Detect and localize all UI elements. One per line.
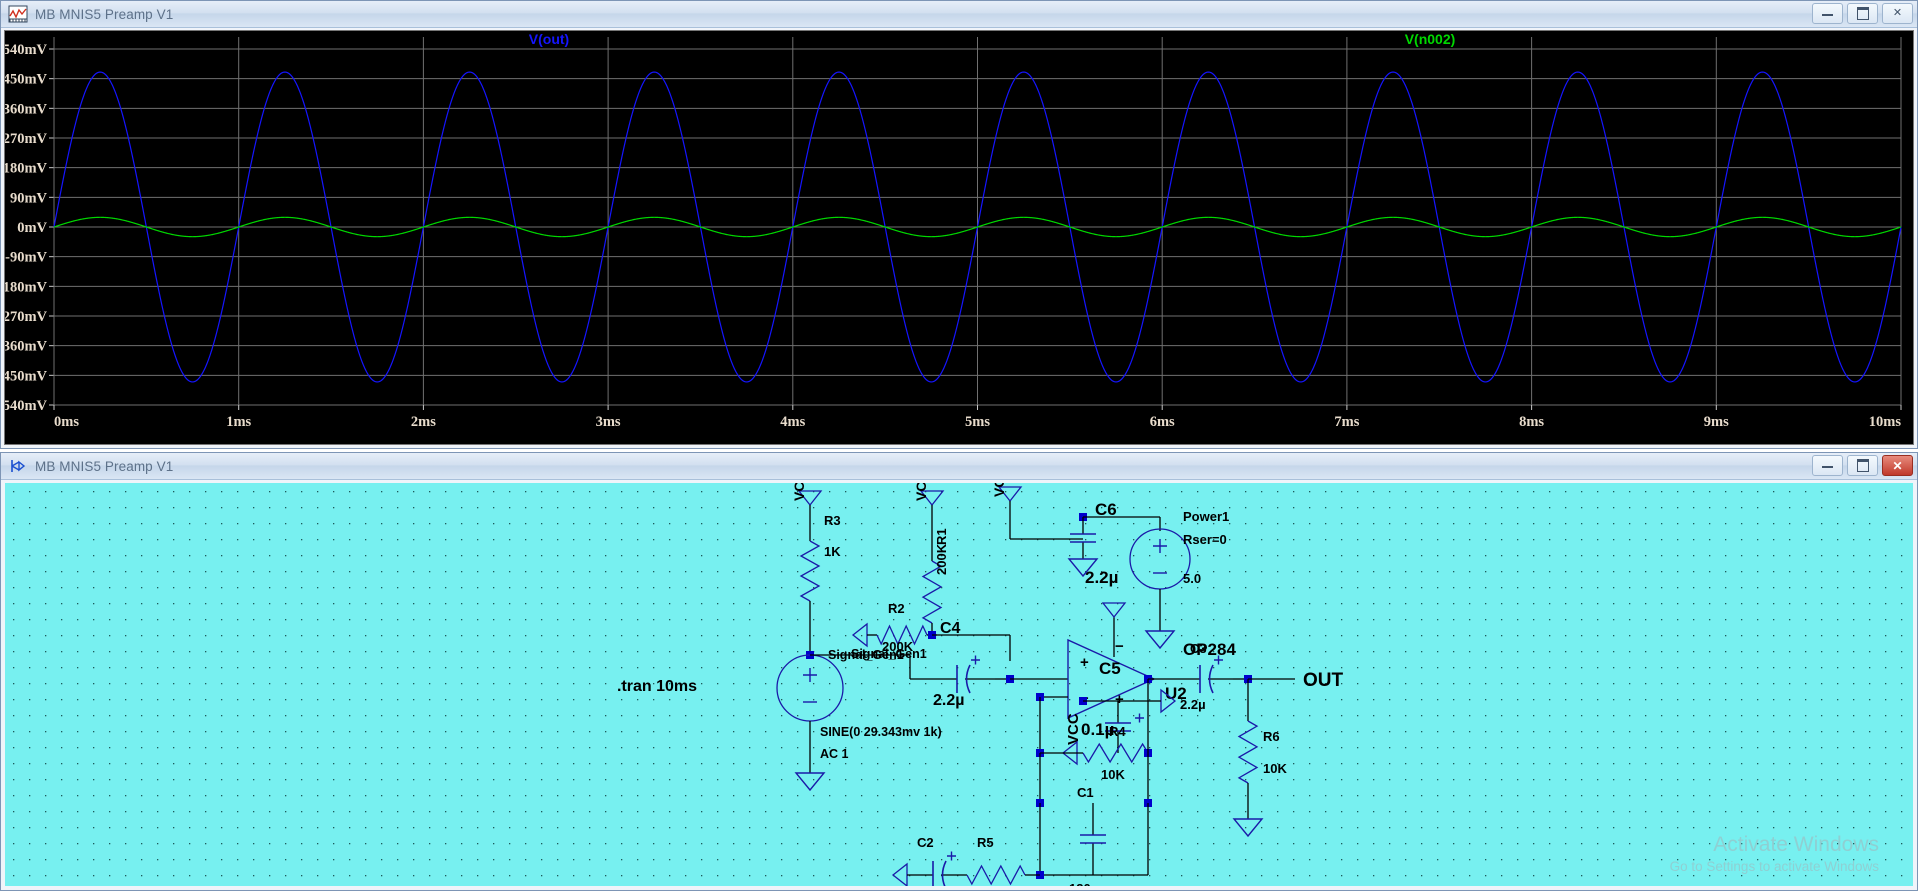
schematic-canvas[interactable]: VCC R3 1K Signal_Gen1 SINE(0 29.343mv 1k) AC … [5, 483, 1913, 886]
opamp-supply-plus: + [1115, 691, 1124, 708]
waveform-window-controls: ✕ [1812, 3, 1913, 24]
waveform-window-titlebar[interactable]: MB MNIS5 Preamp V1 ✕ [1, 1, 1917, 28]
source-label-signal-gen1: Signal_Gen1 [851, 647, 927, 661]
legend-label: V(n002) [1405, 31, 1456, 47]
component-value-r3: 1K [824, 544, 841, 559]
net-label-out: OUT [1303, 670, 1344, 691]
schematic-window-titlebar[interactable]: MB MNIS5 Preamp V1 ✕ [1, 453, 1917, 480]
source-param-ac: AC 1 [820, 747, 849, 761]
minimize-button[interactable] [1812, 3, 1843, 24]
canvas-background [5, 483, 1913, 886]
y-axis-tick-label: 180mV [5, 161, 48, 177]
source-param-rser: Rser=0 [1183, 532, 1227, 547]
maximize-button[interactable] [1847, 3, 1878, 24]
waveform-window-title: MB MNIS5 Preamp V1 [35, 6, 174, 22]
x-axis-tick-label: 1ms [226, 414, 251, 430]
component-ref-c6: C6 [1095, 500, 1117, 519]
minimize-button[interactable] [1812, 455, 1843, 476]
schematic-icon [8, 457, 28, 475]
component-ref-c5: C5 [1099, 659, 1121, 678]
spice-directive-tran: .tran 10ms [617, 678, 697, 695]
component-ref-c4: C4 [940, 620, 961, 637]
y-axis-tick-label: 540mV [5, 42, 48, 58]
net-label-vcc: VCC [1065, 713, 1082, 745]
net-label-vcc: VCC [791, 483, 807, 501]
component-ref-r5: R5 [977, 835, 994, 850]
y-axis-tick-label: 270mV [5, 131, 48, 147]
net-label-vcc: VCC [913, 483, 929, 501]
net-label-vcc: VCC [991, 483, 1007, 497]
x-axis-tick-label: 2ms [411, 414, 436, 430]
component-value-c3: 2.2µ [1180, 697, 1206, 712]
x-axis-tick-label: 10ms [1869, 414, 1902, 430]
waveform-plot-area[interactable]: 540mV 450mV 360mV 270mV 180mV 90mV 0mV -90mV -18… [4, 30, 1914, 445]
source-param-sine: SINE(0 29.343mv 1k) [820, 725, 942, 739]
component-ref-r2: R2 [888, 601, 905, 616]
y-axis-tick-label: -360mV [5, 339, 48, 355]
schematic-editor-window: MB MNIS5 Preamp V1 ✕ VCC R3 1K Signal_Gen1 S… [0, 452, 1918, 891]
waveform-icon [8, 5, 28, 23]
component-value-c1: 120p [1069, 881, 1099, 886]
close-button[interactable]: ✕ [1882, 455, 1913, 476]
opamp-supply-minus: − [1115, 638, 1124, 655]
x-axis-tick-label: 6ms [1150, 414, 1175, 430]
schematic-window-title: MB MNIS5 Preamp V1 [35, 458, 174, 474]
x-axis-tick-label: 0ms [54, 414, 79, 430]
source-param-voltage: 5.0 [1183, 571, 1201, 586]
component-ref-c1: C1 [1077, 785, 1094, 800]
component-value-c4: 2.2µ [933, 692, 964, 709]
component-value-r1: 200K [934, 543, 949, 575]
component-value-r6: 10K [1263, 761, 1287, 776]
legend-label: V(out) [529, 31, 569, 47]
y-axis-tick-label: 360mV [5, 101, 48, 117]
y-axis-tick-label: -90mV [5, 250, 47, 266]
y-axis-tick-label: 90mV [10, 190, 48, 206]
x-axis-tick-label: 9ms [1704, 414, 1729, 430]
schematic-svg: VCC R3 1K Signal_Gen1 SINE(0 29.343mv 1k) AC … [5, 483, 1913, 886]
component-ref-r3: R3 [824, 513, 841, 528]
component-ref-r1: R1 [934, 528, 949, 545]
waveform-plot-svg: 540mV 450mV 360mV 270mV 180mV 90mV 0mV -90mV -18… [5, 31, 1911, 443]
y-axis-tick-label: -450mV [5, 368, 48, 384]
schematic-window-controls: ✕ [1812, 455, 1913, 476]
y-axis-tick-label: -540mV [5, 398, 48, 414]
y-axis-tick-label: -180mV [5, 279, 48, 295]
component-ref-c2: C2 [917, 835, 934, 850]
x-axis-tick-label: 4ms [780, 414, 805, 430]
y-axis-tick-label: 450mV [5, 72, 48, 88]
component-ref-r4: R4 [1109, 724, 1126, 739]
component-value-c6: 2.2µ [1085, 568, 1118, 587]
waveform-viewer-window: MB MNIS5 Preamp V1 ✕ 540mV 450mV 360mV 270m… [0, 0, 1918, 449]
x-axis-tick-label: 3ms [596, 414, 621, 430]
close-button[interactable]: ✕ [1882, 3, 1913, 24]
component-ref-r6: R6 [1263, 729, 1280, 744]
source-ref-power1: Power1 [1183, 509, 1229, 524]
x-axis-tick-label: 5ms [965, 414, 990, 430]
y-axis-tick-label: -270mV [5, 309, 48, 325]
maximize-button[interactable] [1847, 455, 1878, 476]
y-axis-tick-label: 0mV [17, 220, 47, 236]
x-axis-tick-label: 7ms [1334, 414, 1359, 430]
component-ref-c3: C3 [1190, 641, 1207, 656]
opamp-input-plus: + [1080, 654, 1089, 671]
component-value-r4: 10K [1101, 767, 1125, 782]
x-axis-tick-label: 8ms [1519, 414, 1544, 430]
